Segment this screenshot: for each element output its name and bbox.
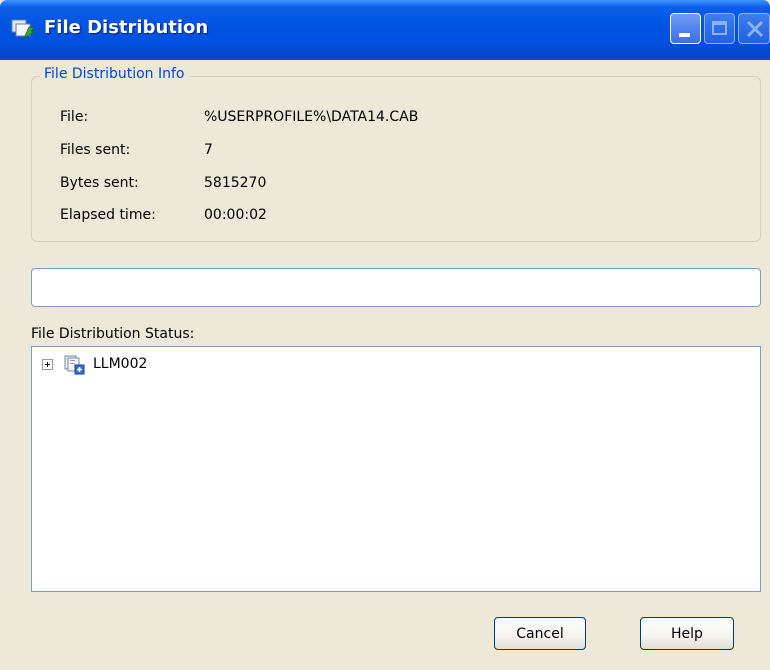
minimize-icon: [679, 33, 690, 37]
maximize-icon: [712, 21, 727, 35]
group-legend: File Distribution Info: [40, 66, 189, 82]
file-label: File:: [60, 109, 89, 125]
close-button[interactable]: [738, 13, 770, 44]
bytes-sent-label: Bytes sent:: [60, 175, 139, 191]
maximize-button[interactable]: [704, 13, 735, 44]
computer-group-icon: [64, 355, 86, 375]
minimize-button[interactable]: [670, 13, 701, 44]
help-button[interactable]: Help: [640, 617, 734, 650]
status-tree[interactable]: LLM002: [31, 346, 761, 592]
status-label: File Distribution Status:: [31, 326, 195, 342]
close-icon: [746, 20, 764, 42]
window-title: File Distribution: [44, 17, 209, 38]
progress-bar: [31, 268, 761, 307]
files-sent-value: 7: [204, 142, 213, 158]
cancel-button[interactable]: Cancel: [494, 617, 586, 650]
title-bar[interactable]: File Distribution: [0, 0, 770, 60]
elapsed-time-label: Elapsed time:: [60, 207, 156, 223]
file-distribution-icon: [10, 18, 36, 40]
elapsed-time-value: 00:00:02: [204, 207, 267, 223]
expand-icon[interactable]: [42, 359, 53, 370]
tree-item-label: LLM002: [93, 356, 148, 372]
files-sent-label: Files sent:: [60, 142, 131, 158]
bytes-sent-value: 5815270: [204, 175, 267, 191]
file-value: %USERPROFILE%\DATA14.CAB: [204, 109, 419, 125]
